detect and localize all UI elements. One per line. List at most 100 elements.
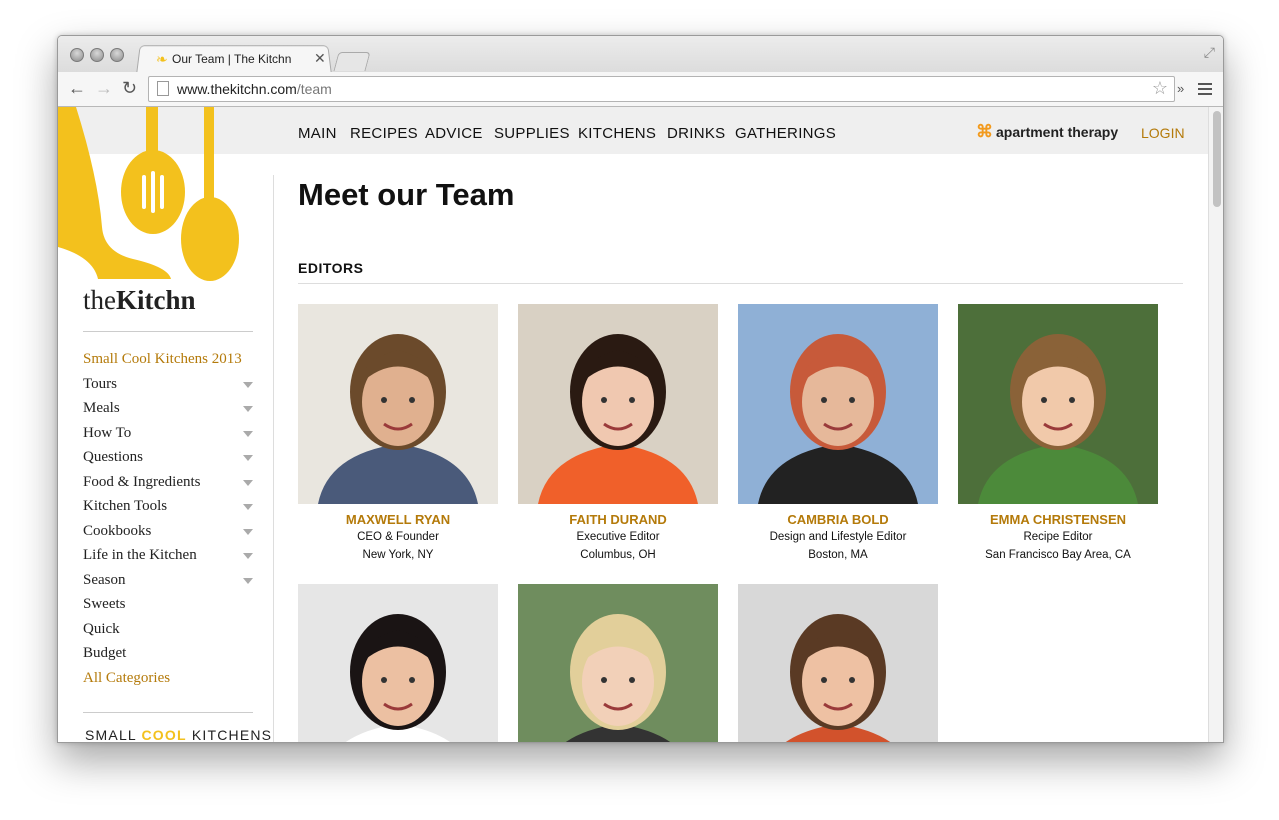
team-member-name[interactable]: EMMA CHRISTENSEN [958,512,1158,527]
sidebar-item-label: Budget [83,645,127,661]
reload-icon[interactable]: ↻ [122,79,137,97]
address-bar[interactable]: www.thekitchn.com/team ☆ [148,76,1175,102]
team-member-role: CEO & Founder [357,531,439,543]
sidebar-item-label: How To [83,424,132,441]
dropdown-arrow-icon[interactable] [243,504,253,510]
sidebar-divider [83,331,253,332]
sidebar-item-label: Cookbooks [83,522,152,539]
browser-window: ❧ Our Team | The Kitchn ✕ ⤢ ← → ↻ www.th… [57,35,1224,743]
extensions-chevron-icon[interactable]: » [1177,81,1184,96]
nav-supplies[interactable]: SUPPLIES [494,125,570,142]
close-window-button[interactable] [70,48,84,62]
section-rule [298,283,1183,284]
sidebar-item-label: All Categories [83,669,171,686]
nav-gatherings[interactable]: GATHERINGS [735,125,836,142]
minimize-window-button[interactable] [90,48,104,62]
kitchn-favicon-icon: ❧ [156,51,168,67]
sidebar-item-label: Sweets [83,596,126,612]
team-member-role: Executive Editor [576,531,660,543]
dropdown-arrow-icon[interactable] [243,553,253,559]
team-member-photo[interactable] [518,584,718,742]
page-icon [157,81,169,96]
team-member-photo[interactable] [518,304,718,504]
sidebar-item[interactable]: Quick [83,621,253,646]
small-cool-kitchens-promo[interactable]: SMALL COOL KITCHENS [85,727,272,742]
kitchn-utensils-logo[interactable] [58,107,258,282]
team-member-name[interactable]: FAITH DURAND [518,512,718,527]
dropdown-arrow-icon[interactable] [243,381,253,388]
sidebar-item[interactable]: Food & Ingredients [83,474,253,499]
apartment-therapy-logo-icon: ⌘ [976,122,993,141]
sidebar-item-label: Small Cool Kitchens 2013 [83,351,242,367]
team-member-location: Boston, MA [808,549,868,561]
nav-kitchens[interactable]: KITCHENS [578,125,656,142]
sidebar-item[interactable]: All Categories [83,670,253,695]
dropdown-arrow-icon[interactable] [243,479,253,486]
team-member-name[interactable]: CAMBRIA BOLD [738,512,938,527]
nav-advice[interactable]: ADVICE [425,125,483,142]
team-member-location: San Francisco Bay Area, CA [985,549,1131,561]
browser-toolbar: ← → ↻ www.thekitchn.com/team ☆ » [58,72,1223,107]
section-heading: EDITORS [298,260,364,276]
sidebar-item[interactable]: Life in the Kitchen [83,547,253,572]
team-member-role: Design and Lifestyle Editor [769,531,907,543]
bookmark-star-icon[interactable]: ☆ [1152,78,1168,99]
nav-main[interactable]: MAIN [298,125,337,142]
dropdown-arrow-icon[interactable] [243,455,253,461]
sidebar-item[interactable]: Tours [83,376,253,401]
dropdown-arrow-icon[interactable] [243,577,253,584]
browser-tab-content[interactable]: ❧ Our Team | The Kitchn ✕ [144,45,334,72]
sidebar-item[interactable]: How To [83,425,253,450]
tab-close-icon[interactable]: ✕ [314,50,326,67]
title-bar: ❧ Our Team | The Kitchn ✕ ⤢ [58,36,1223,74]
page-title: Meet our Team [298,177,515,212]
dropdown-arrow-icon[interactable] [243,528,253,535]
sidebar-item[interactable]: Small Cool Kitchens 2013 [83,351,253,376]
nav-recipes[interactable]: RECIPES [350,125,418,142]
team-member-location: Columbus, OH [580,549,656,561]
forward-arrow-icon[interactable]: → [95,79,113,97]
vertical-scrollbar[interactable] [1208,107,1223,742]
sidebar-item[interactable]: Meals [83,400,253,425]
dropdown-arrow-icon[interactable] [243,430,253,437]
sidebar-item-label: Tours [83,375,117,392]
sidebar-item[interactable]: Budget [83,645,253,670]
new-tab-button[interactable] [333,52,371,71]
sidebar-item-label: Quick [83,620,120,637]
zoom-window-button[interactable] [110,48,124,62]
nav-drinks[interactable]: DRINKS [667,125,725,142]
team-member-photo[interactable] [738,304,938,504]
team-member-photo[interactable] [298,584,498,742]
sidebar-item-label: Season [83,571,126,588]
sidebar-item[interactable]: Sweets [83,596,253,621]
team-member-photo[interactable] [298,304,498,504]
browser-menu-icon[interactable] [1198,83,1212,98]
sidebar-divider [83,712,253,713]
sidebar-divider-vertical [273,175,274,742]
sidebar-item-label: Kitchen Tools [83,498,168,514]
dropdown-arrow-icon[interactable] [243,406,253,412]
url-text[interactable]: www.thekitchn.com/team [177,81,332,97]
web-page: MAIN RECIPES ADVICE SUPPLIES KITCHENS DR… [58,107,1208,742]
login-link[interactable]: LOGIN [1141,125,1185,141]
sidebar-item-label: Questions [83,449,143,465]
sidebar-item[interactable]: Kitchen Tools [83,498,253,523]
tab-title: Our Team | The Kitchn [172,52,292,66]
apartment-therapy-link[interactable]: ⌘ apartment therapy [976,122,1118,142]
team-member-name[interactable]: MAXWELL RYAN [298,512,498,527]
scrollbar-thumb[interactable] [1213,111,1221,207]
sidebar-item[interactable]: Season [83,572,253,597]
kitchn-wordmark[interactable]: theKitchn [83,285,196,316]
team-member-photo[interactable] [958,304,1158,504]
fullscreen-icon[interactable]: ⤢ [1204,44,1215,61]
sidebar-item-label: Food & Ingredients [83,473,201,490]
team-member-role: Recipe Editor [1023,531,1093,543]
sidebar-item-label: Meals [83,400,120,416]
back-arrow-icon[interactable]: ← [68,79,86,97]
team-member-location: New York, NY [362,549,434,561]
sidebar-category-list: Small Cool Kitchens 2013 Tours Meals How To… [83,351,253,694]
sidebar-item[interactable]: Cookbooks [83,523,253,548]
sidebar-item[interactable]: Questions [83,449,253,474]
team-member-photo[interactable] [738,584,938,742]
sidebar-item-label: Life in the Kitchen [83,547,197,563]
